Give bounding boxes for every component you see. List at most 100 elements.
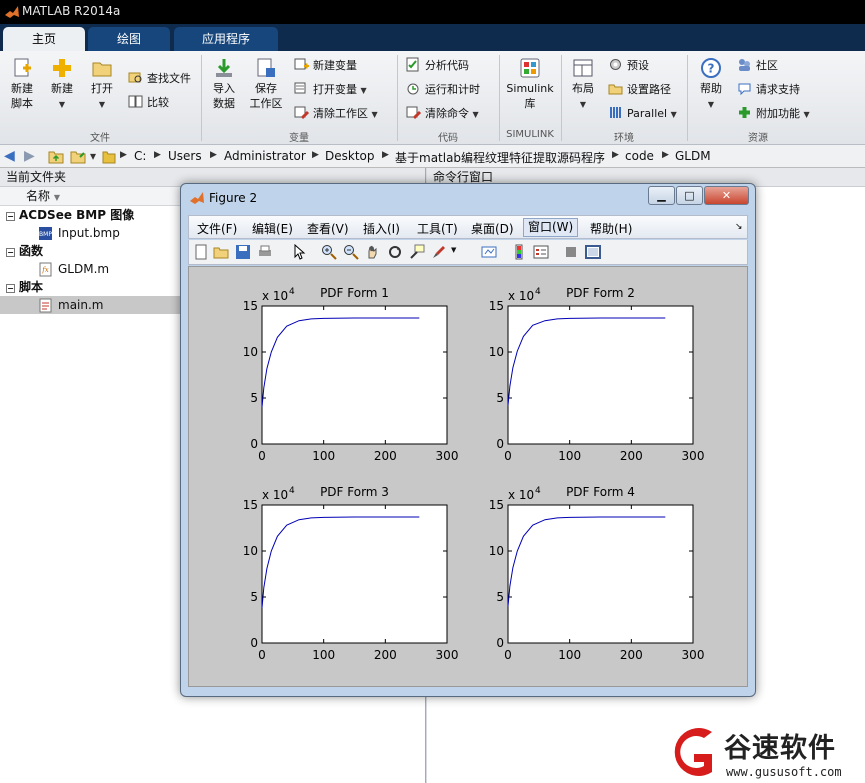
new-script-button[interactable]: 新建 脚本 — [4, 57, 40, 111]
menu-desktop[interactable]: 桌面(D) — [471, 220, 514, 237]
collapse-icon[interactable]: − — [6, 212, 15, 221]
new-figure-icon[interactable] — [193, 244, 209, 260]
x-tick-label: 0 — [504, 648, 512, 662]
clear-workspace-button[interactable]: 清除工作区 ▼ — [294, 105, 378, 123]
menu-insert[interactable]: 插入(I) — [363, 220, 400, 237]
community-button[interactable]: 社区 — [737, 57, 778, 75]
breadcrumb-users[interactable]: Users — [168, 149, 202, 163]
x-tick-label: 200 — [620, 449, 643, 463]
analyze-code-icon — [406, 57, 419, 72]
section-title: ACDSee BMP 图像 — [19, 208, 135, 222]
new-variable-button[interactable]: 新建变量 — [294, 57, 357, 75]
breadcrumb-separator-icon: ▶ — [662, 150, 669, 160]
breadcrumb-c[interactable]: C: — [134, 149, 146, 163]
analyze-code-button[interactable]: 分析代码 — [406, 57, 469, 75]
browse-folder-icon[interactable] — [70, 149, 86, 164]
add-ons-button[interactable]: 附加功能 ▼ — [737, 105, 810, 123]
compare-button[interactable]: 比较 — [128, 94, 169, 112]
axes-box — [507, 504, 694, 644]
menu-help[interactable]: 帮助(H) — [590, 220, 632, 237]
open-file-icon[interactable] — [213, 244, 229, 260]
layout-button[interactable]: 布局 ▼ — [566, 57, 600, 112]
rotate-3d-icon[interactable] — [387, 244, 403, 260]
tab-home[interactable]: 主页 — [3, 27, 85, 51]
collapse-icon[interactable]: − — [6, 248, 15, 257]
subplot-title: PDF Form 4 — [566, 485, 635, 499]
y-exponent-power: 4 — [289, 287, 295, 297]
sort-caret-icon: ▼ — [53, 193, 60, 202]
help-button[interactable]: ? 帮助 ▼ — [694, 57, 728, 112]
brush-icon[interactable] — [431, 244, 447, 260]
ribbon-tab-strip: 主页 绘图 应用程序 — [0, 24, 865, 51]
menu-window[interactable]: 窗口(W) — [523, 218, 579, 237]
minimize-button[interactable]: ▁ — [648, 186, 675, 205]
y-tick-label: 15 — [243, 299, 258, 313]
data-cursor-icon[interactable] — [409, 244, 425, 260]
close-button[interactable]: ✕ — [704, 186, 749, 205]
print-icon[interactable] — [257, 244, 273, 260]
save-icon[interactable] — [235, 244, 251, 260]
breadcrumb-code[interactable]: code — [625, 149, 654, 163]
figure-canvas[interactable]: PDF Form 1x 10 4 0 100 200 300 0 5 10 15 PDF Form … — [188, 266, 748, 687]
y-exponent-label: x 10 — [262, 289, 288, 303]
maximize-button[interactable]: □ — [676, 186, 703, 205]
parallel-button[interactable]: Parallel ▼ — [608, 105, 677, 123]
menu-view[interactable]: 查看(V) — [307, 220, 349, 237]
new-button[interactable]: 新建 ▼ — [44, 57, 80, 112]
save-workspace-button[interactable]: 保存 工作区 — [246, 57, 286, 111]
menubar-overflow-icon[interactable]: ↘ — [735, 222, 743, 232]
open-button[interactable]: 打开 ▼ — [84, 57, 120, 112]
set-path-button[interactable]: 设置路径 — [608, 81, 671, 99]
pan-hand-icon[interactable] — [365, 244, 381, 260]
figure-title: Figure 2 — [209, 191, 258, 205]
x-tick-label: 100 — [558, 648, 581, 662]
import-icon — [216, 59, 232, 77]
axes-box — [261, 305, 448, 445]
y-tick-label: 0 — [496, 437, 504, 451]
simulink-library-button[interactable]: Simulink 库 — [504, 57, 556, 111]
open-variable-label: 打开变量 — [313, 83, 357, 96]
breadcrumb-administrator[interactable]: Administrator — [224, 149, 306, 163]
legend-icon[interactable] — [533, 244, 549, 260]
tab-plots[interactable]: 绘图 — [88, 27, 170, 51]
up-folder-icon[interactable] — [48, 149, 64, 164]
show-plot-tools-icon[interactable] — [585, 244, 601, 260]
x-tick-label: 0 — [504, 449, 512, 463]
request-support-button[interactable]: 请求支持 — [737, 81, 800, 99]
pointer-icon[interactable] — [291, 244, 307, 260]
brush-dropdown-icon[interactable]: ▼ — [451, 246, 456, 254]
figure-window[interactable]: Figure 2 ▁ □ ✕ 文件(F) 编辑(E) 查看(V) 插入(I) 工… — [180, 183, 756, 697]
import-data-button[interactable]: 导入 数据 — [206, 57, 242, 111]
figure-toolbar: ▼ — [188, 240, 748, 265]
tab-apps[interactable]: 应用程序 — [174, 27, 278, 51]
preferences-button[interactable]: 预设 — [608, 57, 649, 75]
breadcrumb-separator-icon: ▶ — [120, 150, 127, 160]
breadcrumb-gldm[interactable]: GLDM — [675, 149, 711, 163]
menu-file[interactable]: 文件(F) — [197, 220, 237, 237]
clear-commands-label: 清除命令 — [425, 107, 469, 120]
forward-arrow-icon[interactable]: ▶ — [24, 148, 35, 164]
collapse-icon[interactable]: − — [6, 284, 15, 293]
address-dropdown-icon[interactable]: ▾ — [90, 149, 96, 163]
back-arrow-icon[interactable]: ◀ — [4, 148, 15, 164]
new-script-icon — [14, 58, 31, 77]
breadcrumb-desktop[interactable]: Desktop — [325, 149, 375, 163]
run-and-time-button[interactable]: 运行和计时 — [406, 81, 480, 99]
parallel-icon — [610, 107, 621, 118]
y-exponent-power: 4 — [535, 287, 541, 297]
hide-plot-tools-icon[interactable] — [563, 244, 579, 260]
clear-commands-button[interactable]: 清除命令 ▼ — [406, 105, 479, 123]
close-icon: ✕ — [721, 189, 732, 202]
open-variable-button[interactable]: 打开变量 ▼ — [294, 81, 367, 99]
x-tick-label: 200 — [374, 449, 397, 463]
menu-tools[interactable]: 工具(T) — [417, 220, 458, 237]
x-tick-label: 100 — [312, 449, 335, 463]
zoom-out-icon[interactable] — [343, 244, 359, 260]
menu-edit[interactable]: 编辑(E) — [252, 220, 293, 237]
link-plot-icon[interactable] — [481, 244, 497, 260]
colorbar-icon[interactable] — [511, 244, 527, 260]
x-tick-label: 300 — [682, 648, 705, 662]
breadcrumb-project[interactable]: 基于matlab编程纹理特征提取源码程序 — [395, 149, 605, 166]
zoom-in-icon[interactable] — [321, 244, 337, 260]
find-files-button[interactable]: 查找文件 — [128, 70, 191, 88]
